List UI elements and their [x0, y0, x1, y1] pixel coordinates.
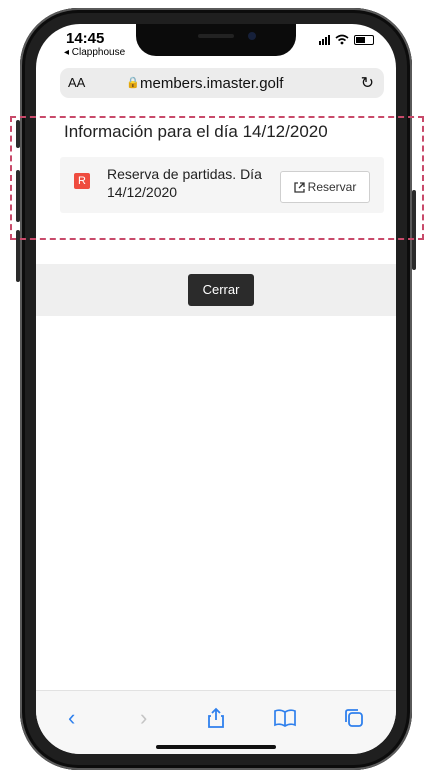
share-icon[interactable] — [206, 707, 226, 729]
back-icon[interactable]: ‹ — [68, 705, 75, 731]
url-text[interactable]: 🔒 members.imaster.golf — [126, 75, 284, 92]
notch — [136, 24, 296, 56]
close-button[interactable]: Cerrar — [188, 274, 254, 306]
reload-icon[interactable]: ↻ — [361, 73, 374, 93]
modal-footer: Cerrar — [36, 264, 396, 316]
speaker — [198, 34, 234, 38]
forward-icon[interactable]: › — [140, 705, 147, 731]
wifi-icon — [335, 34, 349, 45]
reader-aa-button[interactable]: AA — [68, 75, 85, 90]
address-bar[interactable]: AA 🔒 members.imaster.golf ↻ — [60, 68, 384, 98]
lock-icon: 🔒 — [126, 77, 140, 89]
cellular-signal-icon — [319, 34, 330, 45]
status-time: 14:45 — [66, 30, 105, 47]
front-camera — [248, 32, 256, 40]
back-to-app-link[interactable]: ◂ Clapphouse — [64, 47, 125, 58]
status-icons — [319, 34, 374, 45]
highlight-box — [10, 116, 424, 240]
battery-icon — [354, 34, 374, 45]
tabs-icon[interactable] — [344, 708, 364, 728]
home-indicator — [156, 745, 276, 749]
url-label: members.imaster.golf — [140, 75, 284, 92]
bookmarks-icon[interactable] — [274, 709, 296, 727]
